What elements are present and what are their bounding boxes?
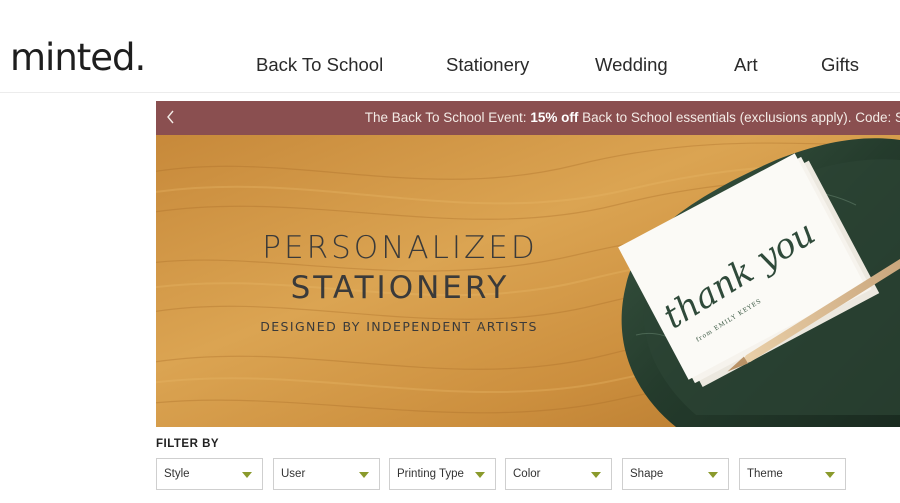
promo-text[interactable]: The Back To School Event: 15% off Back t… <box>365 110 900 125</box>
hero-subtitle: DESIGNED BY INDEPENDENT ARTISTS <box>260 319 538 334</box>
filter-label: Printing Type <box>397 468 464 480</box>
caret-down-icon <box>475 472 485 478</box>
caret-down-icon <box>591 472 601 478</box>
nav-back-to-school[interactable]: Back To School <box>256 54 383 76</box>
filter-label: Color <box>513 468 541 480</box>
filter-style-dropdown[interactable]: Style <box>156 458 263 490</box>
filter-color-dropdown[interactable]: Color <box>505 458 612 490</box>
filter-printing-type-dropdown[interactable]: Printing Type <box>389 458 496 490</box>
main-nav: Back To School Stationery Wedding Art Gi… <box>0 54 900 78</box>
filter-user-dropdown[interactable]: User <box>273 458 380 490</box>
promo-highlight: 15% off <box>530 110 579 125</box>
filter-label: User <box>281 468 306 480</box>
nav-art[interactable]: Art <box>734 54 758 76</box>
chevron-left-icon[interactable] <box>163 107 179 127</box>
promo-prefix: The Back To School Event: <box>364 110 531 125</box>
caret-down-icon <box>359 472 369 478</box>
nav-wedding[interactable]: Wedding <box>595 54 668 76</box>
filter-by-heading: FILTER BY <box>156 438 220 450</box>
site-header: minted. Back To School Stationery Weddin… <box>0 0 900 93</box>
hero-title-line2: STATIONERY <box>290 270 510 306</box>
nav-gifts[interactable]: Gifts <box>821 54 859 76</box>
filter-theme-dropdown[interactable]: Theme <box>739 458 846 490</box>
caret-down-icon <box>242 472 252 478</box>
caret-down-icon <box>825 472 835 478</box>
filter-shape-dropdown[interactable]: Shape <box>622 458 729 490</box>
hero-banner[interactable]: PERSONALIZED STATIONERY DESIGNED BY INDE… <box>156 135 900 427</box>
promo-banner: The Back To School Event: 15% off Back t… <box>156 101 900 135</box>
nav-stationery[interactable]: Stationery <box>446 54 529 76</box>
caret-down-icon <box>708 472 718 478</box>
filter-label: Style <box>164 468 190 480</box>
hero-title-line1: PERSONALIZED <box>262 230 538 266</box>
filter-label: Theme <box>747 468 783 480</box>
filter-label: Shape <box>630 468 664 480</box>
promo-suffix: Back to School essentials (exclusions ap… <box>578 110 900 125</box>
